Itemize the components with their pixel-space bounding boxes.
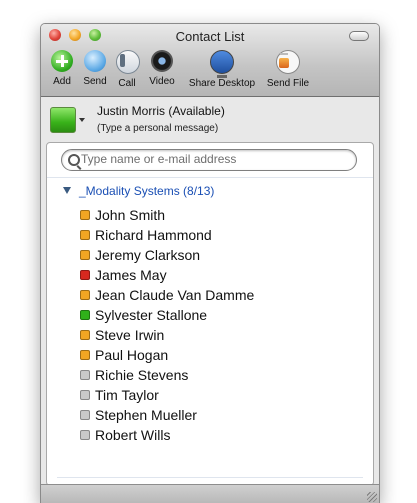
contact-item[interactable]: Steve Irwin <box>80 325 360 345</box>
list-bottom-divider <box>57 477 363 478</box>
call-button[interactable]: Call <box>116 50 140 92</box>
contact-item[interactable]: Robert Wills <box>80 425 360 445</box>
bottom-bar <box>41 484 379 503</box>
contact-item[interactable]: Sylvester Stallone <box>80 305 360 325</box>
contact-item[interactable]: Richie Stevens <box>80 365 360 385</box>
presence-available-icon <box>80 310 90 320</box>
search-box[interactable] <box>61 149 357 171</box>
share-desktop-label: Share Desktop <box>188 78 256 89</box>
contact-name: Jeremy Clarkson <box>95 247 201 263</box>
send-file-button[interactable]: Send File <box>264 50 312 92</box>
presence-offline-icon <box>80 390 90 400</box>
video-label: Video <box>149 76 175 87</box>
contact-name: Jean Claude Van Damme <box>95 287 255 303</box>
self-display-name[interactable]: Justin Morris (Available) <box>97 104 225 118</box>
send-icon <box>84 50 106 72</box>
self-presence-area: Justin Morris (Available) (Type a person… <box>41 97 379 141</box>
toolbar-toggle-button[interactable] <box>349 31 369 41</box>
contact-item[interactable]: James May <box>80 265 360 285</box>
title-bar: Contact List Add Send Call Video Share D… <box>41 24 379 97</box>
presence-away-icon <box>80 230 90 240</box>
group-name: _Modality Systems (8/13) <box>79 184 215 198</box>
presence-offline-icon <box>80 370 90 380</box>
presence-busy-icon <box>80 270 90 280</box>
presence-away-icon <box>80 290 90 300</box>
video-button[interactable]: Video <box>147 50 177 92</box>
send-file-icon <box>276 50 300 74</box>
search-input[interactable] <box>81 151 349 167</box>
contact-list-panel: _Modality Systems (8/13) John Smith Richa… <box>46 142 374 486</box>
contact-name: Sylvester Stallone <box>95 307 208 323</box>
add-icon <box>51 50 73 72</box>
status-menu-arrow-icon[interactable] <box>79 118 85 122</box>
resize-grip-icon[interactable] <box>367 492 377 502</box>
contact-name: Richard Hammond <box>95 227 212 243</box>
contact-item[interactable]: John Smith <box>80 205 360 225</box>
search-icon <box>68 154 80 166</box>
search-divider <box>47 177 373 178</box>
presence-away-icon <box>80 250 90 260</box>
send-label: Send <box>83 76 107 87</box>
call-label: Call <box>118 78 136 89</box>
share-desktop-button[interactable]: Share Desktop <box>184 50 260 92</box>
contact-list: John Smith Richard Hammond Jeremy Clarkson… <box>80 205 360 445</box>
presence-offline-icon <box>80 410 90 420</box>
contact-name: John Smith <box>95 207 166 223</box>
share-desktop-icon <box>210 50 234 78</box>
contact-list-window: Contact List Add Send Call Video Share D… <box>40 23 380 503</box>
personal-message-field[interactable]: (Type a personal message) <box>97 123 218 134</box>
presence-offline-icon <box>80 430 90 440</box>
contact-item[interactable]: Jeremy Clarkson <box>80 245 360 265</box>
contact-name: Richie Stevens <box>95 367 189 383</box>
window-title: Contact List <box>175 29 245 44</box>
contact-item[interactable]: Jean Claude Van Damme <box>80 285 360 305</box>
contact-item[interactable]: Richard Hammond <box>80 225 360 245</box>
contact-item[interactable]: Paul Hogan <box>80 345 360 365</box>
video-icon <box>151 50 173 72</box>
contact-name: Tim Taylor <box>95 387 159 403</box>
contact-item[interactable]: Tim Taylor <box>80 385 360 405</box>
presence-away-icon <box>80 350 90 360</box>
contact-name: Steve Irwin <box>95 327 165 343</box>
self-status-indicator[interactable] <box>50 107 76 133</box>
contact-item[interactable]: Stephen Mueller <box>80 405 360 425</box>
add-button[interactable]: Add <box>50 50 74 92</box>
send-button[interactable]: Send <box>81 50 109 92</box>
contact-name: Stephen Mueller <box>95 407 197 423</box>
presence-away-icon <box>80 210 90 220</box>
contact-name: James May <box>95 267 167 283</box>
contact-name: Paul Hogan <box>95 347 169 363</box>
call-icon <box>116 50 140 74</box>
contact-name: Robert Wills <box>95 427 171 443</box>
presence-away-icon <box>80 330 90 340</box>
send-file-label: Send File <box>266 78 310 89</box>
disclosure-triangle-icon[interactable] <box>63 187 71 194</box>
add-label: Add <box>53 76 71 87</box>
